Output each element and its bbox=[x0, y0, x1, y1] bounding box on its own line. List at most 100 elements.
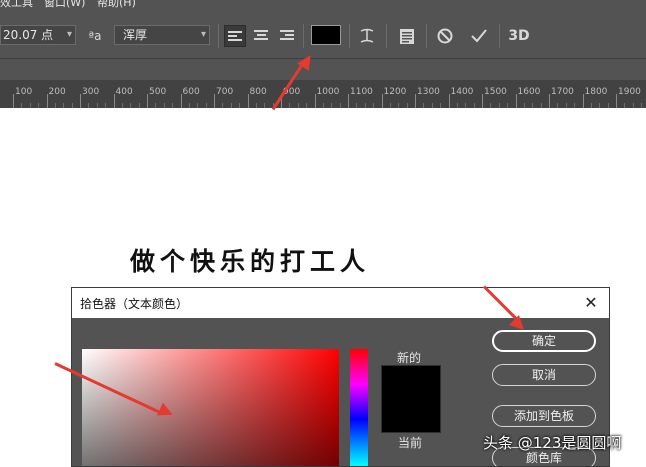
ruler-minor-tick bbox=[121, 103, 123, 108]
ruler-minor-tick bbox=[389, 103, 391, 108]
ruler-minor-tick bbox=[331, 103, 333, 108]
divider bbox=[499, 24, 500, 48]
ruler-minor-tick bbox=[339, 103, 341, 108]
panel-icon[interactable] bbox=[396, 25, 418, 47]
horizontal-ruler[interactable]: 100 200 300 400 500 600 700 800 900 1000 1100 1200 1… bbox=[0, 80, 646, 108]
ruler-tick bbox=[448, 94, 450, 108]
ruler-minor-tick bbox=[456, 103, 458, 108]
divider bbox=[426, 24, 427, 48]
ruler-minor-tick bbox=[289, 103, 291, 108]
ruler-label: 800 bbox=[249, 87, 267, 97]
3d-button[interactable]: 3D bbox=[508, 25, 530, 47]
ruler-label: 1700 bbox=[551, 87, 574, 97]
close-icon[interactable]: ✕ bbox=[581, 293, 601, 313]
ruler-minor-tick bbox=[398, 103, 400, 108]
ruler-minor-tick bbox=[423, 103, 425, 108]
ruler-minor-tick bbox=[599, 103, 601, 108]
font-size-field[interactable]: 20.07 点 ▾ bbox=[0, 25, 76, 45]
text-color-swatch[interactable] bbox=[311, 25, 341, 45]
add-to-swatches-button[interactable]: 添加到色板 bbox=[492, 405, 596, 427]
ruler-minor-tick bbox=[163, 103, 165, 108]
ruler-tick bbox=[214, 94, 215, 108]
ruler-label: 1000 bbox=[316, 87, 340, 97]
color-field[interactable] bbox=[82, 349, 339, 466]
antialias-value: 浑厚 bbox=[123, 28, 148, 42]
align-center-icon[interactable] bbox=[250, 25, 272, 47]
cancel-icon[interactable] bbox=[434, 25, 456, 47]
font-size-value: 20.07 点 bbox=[3, 28, 54, 42]
ruler-tick bbox=[314, 94, 316, 108]
ruler-label: 100 bbox=[15, 87, 33, 97]
ruler-minor-tick bbox=[306, 103, 308, 108]
divider bbox=[218, 24, 219, 48]
ruler-minor-tick bbox=[138, 103, 140, 108]
align-right-icon[interactable] bbox=[276, 25, 298, 47]
current-color-label: 当前 bbox=[398, 436, 423, 450]
ruler-minor-tick bbox=[507, 103, 509, 108]
ruler-label: 1300 bbox=[417, 87, 440, 97]
menu-item-effects[interactable]: 效工具 bbox=[0, 0, 33, 8]
dialog-titlebar: 拾色器（文本颜色） ✕ bbox=[72, 288, 609, 318]
ruler-minor-tick bbox=[172, 103, 174, 108]
ruler-minor-tick bbox=[63, 103, 65, 108]
ruler-label: 1400 bbox=[450, 87, 474, 97]
chevron-down-icon[interactable]: ▾ bbox=[67, 26, 72, 44]
ruler-tick bbox=[13, 94, 14, 108]
hue-slider[interactable] bbox=[350, 349, 368, 466]
ruler-label: 300 bbox=[82, 87, 100, 97]
ruler-label: 1600 bbox=[517, 87, 541, 97]
watermark: 头条 @123是圆圆啊 bbox=[483, 434, 622, 452]
ruler-tick bbox=[582, 94, 584, 108]
ruler-minor-tick bbox=[574, 103, 576, 108]
divider bbox=[303, 24, 304, 48]
ruler-minor-tick bbox=[465, 103, 467, 108]
ruler-minor-tick bbox=[155, 103, 157, 108]
ok-button[interactable]: 确定 bbox=[492, 330, 596, 352]
ruler-minor-tick bbox=[188, 103, 190, 108]
ruler-minor-tick bbox=[322, 103, 324, 108]
ruler-minor-tick bbox=[532, 103, 534, 108]
ruler-minor-tick bbox=[406, 103, 408, 108]
chevron-down-icon[interactable]: ▾ bbox=[201, 26, 206, 44]
antialias-select[interactable]: 浑厚 ▾ bbox=[114, 25, 210, 45]
ruler-tick bbox=[180, 94, 182, 108]
ruler-tick bbox=[549, 94, 550, 108]
ruler-minor-tick bbox=[230, 103, 232, 108]
ruler-minor-tick bbox=[523, 103, 525, 108]
ruler-minor-tick bbox=[373, 103, 375, 108]
menu-bar: 效工具 窗口(W) 帮助(H) bbox=[0, 0, 646, 12]
ruler-minor-tick bbox=[197, 103, 199, 108]
ruler-minor-tick bbox=[557, 103, 559, 108]
ruler-tick bbox=[247, 94, 249, 108]
commit-icon[interactable] bbox=[468, 25, 490, 47]
ruler-minor-tick bbox=[21, 103, 23, 108]
ruler-minor-tick bbox=[105, 103, 107, 108]
ruler-minor-tick bbox=[490, 103, 492, 108]
ruler-minor-tick bbox=[356, 103, 358, 108]
ruler-label: 1900 bbox=[618, 87, 641, 97]
new-color-preview bbox=[381, 365, 441, 433]
ruler-tick bbox=[348, 94, 349, 108]
menu-item-window[interactable]: 窗口(W) bbox=[44, 0, 85, 8]
ruler-minor-tick bbox=[255, 103, 257, 108]
ruler-minor-tick bbox=[632, 103, 634, 108]
warp-text-icon[interactable] bbox=[356, 25, 378, 47]
ruler-tick bbox=[482, 94, 483, 108]
antialias-icon: ªa bbox=[88, 29, 102, 43]
ruler-tick bbox=[616, 94, 617, 108]
cancel-button[interactable]: 取消 bbox=[492, 364, 596, 386]
ruler-label: 400 bbox=[115, 87, 133, 97]
ruler-tick bbox=[80, 94, 81, 108]
ruler-minor-tick bbox=[205, 103, 207, 108]
ruler-label: 700 bbox=[216, 87, 234, 97]
divider bbox=[349, 24, 350, 48]
ruler-minor-tick bbox=[624, 103, 626, 108]
ruler-minor-tick bbox=[607, 103, 609, 108]
ruler-minor-tick bbox=[590, 103, 592, 108]
options-bar: 20.07 点 ▾ ªa 浑厚 ▾ 3D bbox=[0, 12, 646, 59]
ruler-label: 200 bbox=[48, 87, 66, 97]
align-left-icon[interactable] bbox=[224, 25, 246, 47]
menu-item-help[interactable]: 帮助(H) bbox=[97, 0, 136, 8]
ruler-minor-tick bbox=[431, 103, 433, 108]
ruler-tick bbox=[415, 94, 416, 108]
